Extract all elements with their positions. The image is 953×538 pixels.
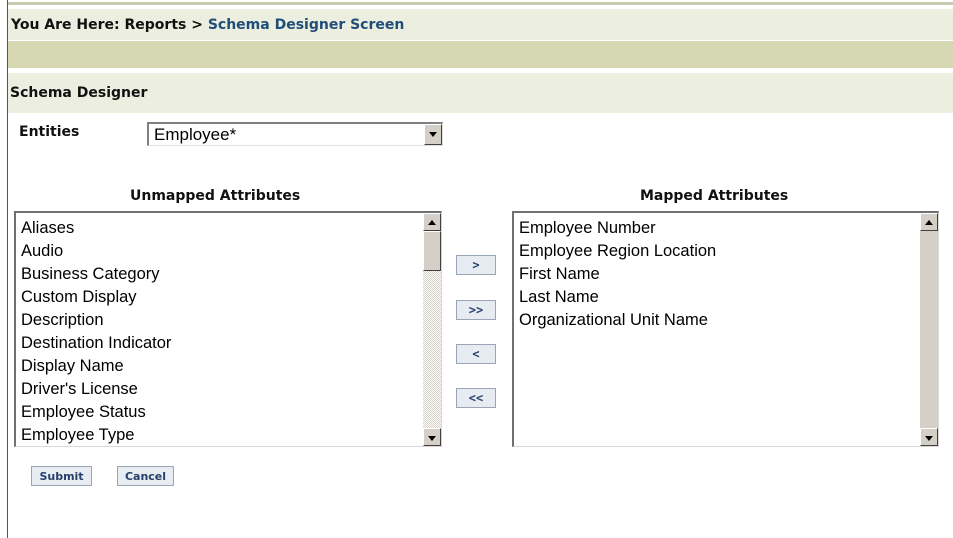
entities-selected-value: Employee* [154,125,237,144]
entities-select[interactable]: Employee* [147,122,443,146]
mapped-attributes-list[interactable]: Employee Number Employee Region Location F… [512,211,939,447]
list-item[interactable]: Employee Type [21,424,171,446]
list-item[interactable]: Employee Number [519,217,716,240]
mapped-heading: Mapped Attributes [640,188,789,204]
breadcrumb: You Are Here: Reports > Schema Designer … [8,9,953,40]
unmapped-scrollbar[interactable] [423,213,441,446]
breadcrumb-prefix: You Are Here: Reports > [11,16,208,33]
move-all-right-button[interactable]: >> [456,300,496,320]
unmapped-heading: Unmapped Attributes [130,188,301,204]
entities-dropdown-button[interactable] [424,124,442,145]
list-item[interactable]: Organizational Unit Name [519,309,716,332]
list-item[interactable]: Audio [21,240,171,263]
cancel-button[interactable]: Cancel [117,466,174,486]
list-item[interactable]: Driver's License [21,378,171,401]
mapped-scroll-down-button[interactable] [920,428,938,446]
list-item[interactable]: Custom Display [21,286,171,309]
list-item[interactable]: Employee Status [21,401,171,424]
entities-label: Entities [19,124,80,140]
list-item[interactable]: Employee Region Location [519,240,716,263]
list-item[interactable]: First Name [519,263,716,286]
toolbar-strip [8,41,953,68]
mapped-items: Employee Number Employee Region Location F… [519,217,716,332]
mapped-scrollbar[interactable] [920,213,938,446]
arrow-down-icon [925,436,933,441]
list-item[interactable]: Business Category [21,263,171,286]
move-right-button[interactable]: > [456,255,496,275]
arrow-up-icon [428,220,436,225]
list-item[interactable]: Display Name [21,355,171,378]
mapped-scroll-up-button[interactable] [920,213,938,231]
list-item[interactable]: Last Name [519,286,716,309]
breadcrumb-current: Schema Designer Screen [207,16,405,33]
move-all-left-button[interactable]: << [456,388,496,408]
unmapped-scroll-thumb[interactable] [423,231,441,271]
unmapped-attributes-list[interactable]: Aliases Audio Business Category Custom Disp… [14,211,442,447]
submit-button[interactable]: Submit [31,466,92,486]
section-title: Schema Designer [10,85,148,101]
arrow-up-icon [925,220,933,225]
unmapped-items: Aliases Audio Business Category Custom Disp… [21,217,171,446]
list-item[interactable]: Description [21,309,171,332]
unmapped-scroll-up-button[interactable] [423,213,441,231]
top-divider [8,2,953,5]
section-header: Schema Designer [8,73,953,113]
arrow-down-icon [428,436,436,441]
chevron-down-icon [429,132,437,137]
list-item[interactable]: Aliases [21,217,171,240]
move-left-button[interactable]: < [456,344,496,364]
list-item[interactable]: Destination Indicator [21,332,171,355]
unmapped-scroll-down-button[interactable] [423,428,441,446]
